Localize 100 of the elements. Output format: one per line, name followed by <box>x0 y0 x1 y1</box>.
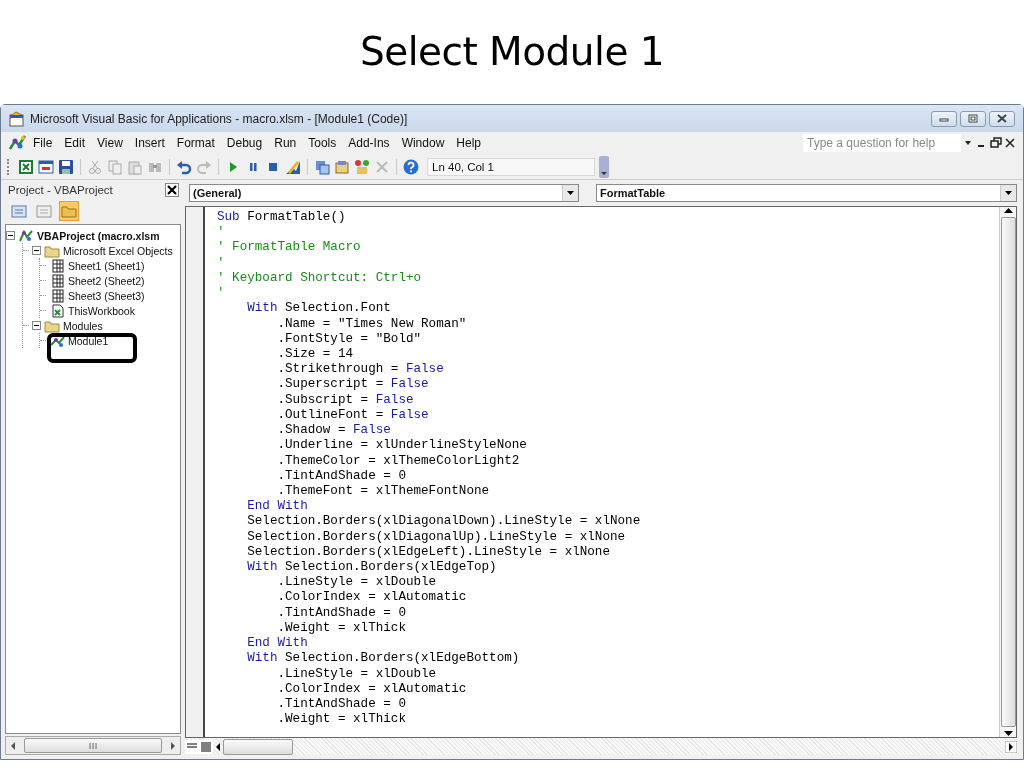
code-line: ' Keyboard Shortcut: Ctrl+o <box>217 270 423 287</box>
code-line: .Shadow = False <box>276 423 392 439</box>
toolbar-options-icon[interactable] <box>599 155 609 178</box>
object-dropdown[interactable]: (General) <box>189 184 579 202</box>
code-line: .OutlineFont = False <box>276 407 430 424</box>
menu-item[interactable]: Window <box>395 136 451 150</box>
tree-item[interactable]: Module1 <box>68 334 109 347</box>
scroll-thumb-grip-icon <box>89 742 97 749</box>
close-icon[interactable] <box>1003 137 1017 149</box>
code-line: Selection.Borders(xlDiagonalDown).LineStyle = xlNone <box>246 514 642 530</box>
tree-item[interactable]: Sheet1 (Sheet1) <box>68 259 145 272</box>
tree-item[interactable]: Microsoft Excel Objects <box>63 244 173 257</box>
full-module-view-button[interactable] <box>199 739 213 754</box>
tree-item[interactable]: Sheet2 (Sheet2) <box>68 274 145 287</box>
tree-item[interactable]: VBAProject (macro.xlsm <box>37 229 160 242</box>
procedure-view-button[interactable] <box>185 739 199 754</box>
code-line: End With <box>246 636 309 652</box>
minimize-button[interactable] <box>931 110 957 127</box>
menu-item[interactable]: Add-Ins <box>342 136 396 150</box>
tree-item[interactable]: Sheet3 (Sheet3) <box>68 289 145 302</box>
scroll-right-icon[interactable] <box>170 741 176 750</box>
slide-title: Select Module 1 <box>359 28 665 74</box>
code-line: Sub FormatTable() <box>217 210 347 226</box>
tree-item[interactable]: ThisWorkbook <box>68 304 135 317</box>
cursor-position: Ln 40, Col 1 <box>427 157 595 176</box>
code-line: Selection.Borders(xlEdgeLeft).LineStyle = xlNone <box>246 544 611 561</box>
menu-item[interactable]: Insert <box>128 136 171 150</box>
sheet-icon <box>49 258 65 273</box>
scroll-thumb[interactable] <box>223 738 293 755</box>
code-line: .LineStyle = xlDouble <box>276 575 438 591</box>
menu-item[interactable]: Format <box>170 136 221 150</box>
dropdown-arrow-icon <box>1004 190 1013 196</box>
project-explorer-icon[interactable] <box>314 158 330 175</box>
form-icon[interactable] <box>38 158 54 175</box>
full-module-view-icon <box>199 739 213 754</box>
code-line: .Weight = xlThick <box>276 620 407 637</box>
code-line: With Selection.Borders(xlEdgeTop) <box>246 560 498 576</box>
code-line: Selection.Borders(xlDiagonalUp).LineStyle = xlNone <box>246 529 627 545</box>
dropdown-arrow-icon <box>566 190 575 196</box>
code-line: With Selection.Font <box>246 301 392 317</box>
menu-item[interactable]: Run <box>268 136 303 150</box>
code-line: .Superscript = False <box>276 377 430 393</box>
scroll-left-icon[interactable] <box>10 741 16 750</box>
project-icon <box>18 228 34 243</box>
close-button[interactable] <box>165 183 179 197</box>
code-line: .TintAndShade = 0 <box>276 468 407 484</box>
code-line: ' <box>217 255 226 271</box>
code-line: End With <box>246 499 309 515</box>
undo-icon[interactable] <box>176 158 192 175</box>
folder-icon <box>44 318 60 333</box>
object-browser-icon[interactable] <box>354 158 370 175</box>
code-line: ' <box>217 225 226 241</box>
scroll-right-icon[interactable] <box>1005 740 1017 753</box>
code-line: With Selection.Borders(xlEdgeBottom) <box>246 651 521 667</box>
vertical-scrollbar[interactable] <box>999 207 1016 737</box>
code-line: .ThemeFont = xlThemeFontNone <box>276 483 491 500</box>
code-line: .Weight = xlThick <box>276 712 407 728</box>
menu-item[interactable]: Help <box>450 136 487 150</box>
sheet-icon <box>49 288 65 303</box>
workbook-icon <box>49 303 65 318</box>
menu-item[interactable]: Edit <box>58 136 92 150</box>
toggle-folders-icon <box>61 203 77 219</box>
code-line: .FontStyle = "Bold" <box>276 331 423 347</box>
sheet-icon <box>49 273 65 288</box>
code-line: .TintAndShade = 0 <box>276 605 407 621</box>
properties-icon[interactable] <box>334 158 350 175</box>
close-icon <box>996 114 1008 123</box>
toggle-folders-button[interactable] <box>59 201 79 221</box>
save-icon[interactable] <box>58 158 74 175</box>
menu-item[interactable]: View <box>91 136 129 150</box>
collapse-icon[interactable] <box>32 321 41 330</box>
menu-item[interactable]: File <box>27 136 59 150</box>
horizontal-scrollbar[interactable] <box>5 736 181 755</box>
help-search-field[interactable]: Type a question for help <box>803 134 961 152</box>
menu-item[interactable]: Debug <box>220 136 269 150</box>
code-line: .Underline = xlUnderlineStyleNone <box>276 438 528 454</box>
menu-item[interactable]: Tools <box>302 136 343 150</box>
close-icon <box>167 185 177 195</box>
panel-title: Project - VBAProject <box>8 184 113 196</box>
code-line: .LineStyle = xlDouble <box>276 666 438 682</box>
procedure-dropdown[interactable]: FormatTable <box>596 184 1017 202</box>
scroll-up-icon[interactable] <box>1003 207 1013 213</box>
code-line: ' FormatTable Macro <box>217 240 362 256</box>
close-button[interactable] <box>989 110 1015 127</box>
restore-icon[interactable] <box>989 137 1003 149</box>
code-line: .ColorIndex = xlAutomatic <box>276 590 468 606</box>
excel-icon[interactable] <box>18 158 34 175</box>
collapse-icon[interactable] <box>32 246 41 255</box>
window-title: Microsoft Visual Basic for Applications - macro.xlsm - [Module1 (Code)] <box>30 111 409 126</box>
view-object-icon <box>36 203 52 219</box>
code-line: .Subscript = False <box>276 392 415 408</box>
collapse-icon[interactable] <box>6 231 15 240</box>
code-line: .ThemeColor = xlThemeColorLight2 <box>276 453 521 469</box>
tree-item[interactable]: Modules <box>63 319 103 332</box>
help-icon[interactable] <box>403 158 419 175</box>
folder-icon <box>44 243 60 258</box>
maximize-icon <box>967 114 979 123</box>
app-icon <box>9 110 25 127</box>
design-mode-icon[interactable] <box>285 158 301 175</box>
vba-icon <box>7 134 27 152</box>
